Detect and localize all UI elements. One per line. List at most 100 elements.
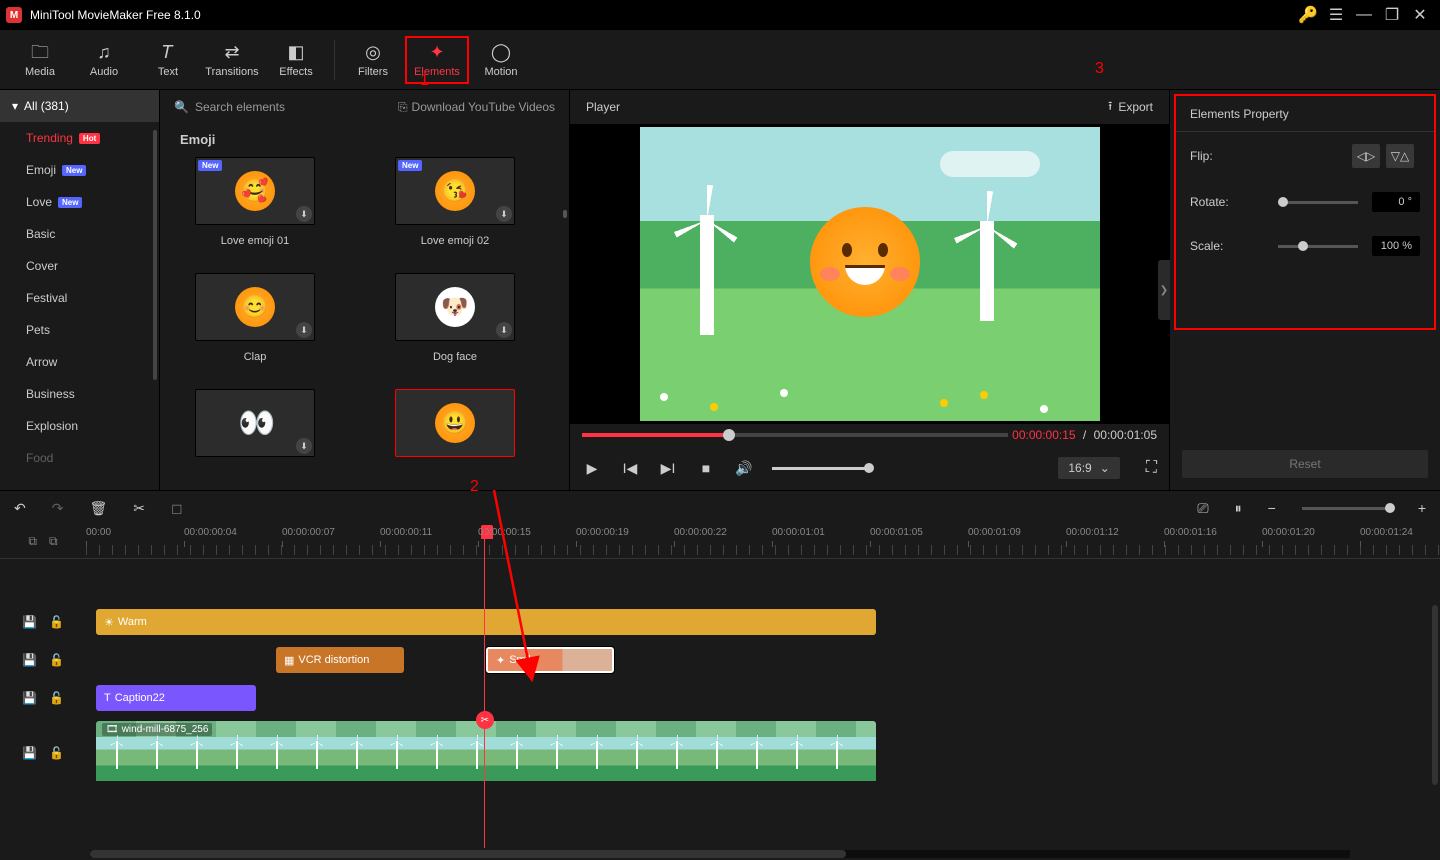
prev-frame-button[interactable]: I◀ [620,460,640,477]
batch-icon[interactable]: ⧉ [28,534,37,549]
playhead[interactable]: ✂ [484,525,485,848]
aspect-select[interactable]: 16:9⌄ [1058,457,1119,479]
download-icon[interactable]: ⬇ [296,206,312,222]
scale-slider[interactable] [1278,245,1358,248]
category-arrow[interactable]: Arrow [0,346,159,378]
clip-warm[interactable]: ☀Warm [96,609,876,635]
rotate-slider[interactable] [1278,201,1358,204]
batch2-icon[interactable]: ⧉ [49,534,58,549]
stop-button[interactable]: ■ [696,460,716,476]
fit-button[interactable]: ⎚ [1197,500,1208,517]
category-explosion[interactable]: Explosion [0,410,159,442]
tab-motion[interactable]: ◯Motion [469,36,533,84]
download-icon[interactable]: ⬇ [296,322,312,338]
element-tile[interactable]: New🥰⬇ Love emoji 01 [180,157,330,251]
ruler-tick: 00:00:01:09 [968,527,1021,538]
play-button[interactable]: ▶ [582,460,602,477]
lock-icon[interactable]: 🔓 [49,615,64,629]
search-elements[interactable]: 🔍Search elements [174,100,398,114]
ruler-tick: 00:00:00:19 [576,527,629,538]
timeline-vscrollbar[interactable] [1432,605,1438,785]
reset-button[interactable]: Reset [1182,450,1428,478]
next-frame-button[interactable]: ▶I [658,460,678,477]
timeline: ↶ ↷ 🗑 ✂ ◻ ⎚ ⏸ − + ⧉ ⧉ 00:0000:00:00:0400:… [0,490,1440,860]
clip-caption[interactable]: TCaption22 [96,685,256,711]
clip-vcr[interactable]: ▦VCR distortion [276,647,404,673]
element-tile-selected[interactable]: 😃 [380,389,530,471]
save-icon[interactable]: 💾 [22,746,37,760]
element-tile[interactable]: 😊⬇ Clap [180,273,330,367]
lock-icon[interactable]: 🔓 [49,691,64,705]
menu-icon[interactable]: ☰ [1322,1,1350,29]
tab-effects[interactable]: ◧Effects [264,36,328,84]
volume-icon[interactable]: 🔊 [734,460,754,477]
download-icon[interactable]: ⬇ [496,322,512,338]
license-key-icon[interactable]: 🔑 [1294,1,1322,29]
emoji-element[interactable] [810,207,920,317]
fullscreen-button[interactable]: ⛶ [1146,459,1157,477]
clip-smile[interactable]: ✦Smile [486,647,614,673]
save-icon[interactable]: 💾 [22,615,37,629]
category-festival[interactable]: Festival [0,282,159,314]
snap-button[interactable]: ⏸ [1235,500,1242,517]
ruler-tick: 00:00:00:22 [674,527,727,538]
redo-button[interactable]: ↷ [52,500,64,517]
category-trending[interactable]: TrendingHot [0,122,159,154]
category-food[interactable]: Food [0,442,159,474]
close-icon[interactable]: ✕ [1406,1,1434,29]
rotate-value[interactable]: 0 ° [1372,192,1420,212]
category-pets[interactable]: Pets [0,314,159,346]
tab-transitions[interactable]: ⇄Transitions [200,36,264,84]
panel-collapse[interactable]: ❯ [1158,260,1170,320]
tab-text[interactable]: 𝑇Text [136,36,200,84]
tab-elements[interactable]: ✦Elements [405,36,469,84]
motion-icon: ◯ [491,42,511,62]
category-all[interactable]: ▾All (381) [0,90,159,122]
seek-bar[interactable] [582,433,1008,437]
category-business[interactable]: Business [0,378,159,410]
category-love[interactable]: LoveNew [0,186,159,218]
effects-icon: ◧ [287,42,304,62]
download-icon[interactable]: ⬇ [296,438,312,454]
flip-vertical-button[interactable]: ▽△ [1386,144,1414,168]
download-youtube[interactable]: ⎘Download YouTube Videos [398,100,555,115]
ruler-tick: 00:00:01:24 [1360,527,1413,538]
save-icon[interactable]: 💾 [22,691,37,705]
annotation-1: 1 [420,72,429,90]
crop-button[interactable]: ◻ [171,500,183,517]
clip-video[interactable]: 🎞wind-mill-6875_256 [96,721,876,781]
zoom-out-button[interactable]: − [1268,500,1276,516]
maximize-icon[interactable]: ❐ [1378,1,1406,29]
tab-media[interactable]: 🗀Media [8,36,72,84]
undo-button[interactable]: ↶ [14,500,26,517]
category-scrollbar[interactable] [153,130,157,380]
volume-slider[interactable] [772,467,872,470]
chevron-down-icon: ▾ [12,99,18,113]
app-title: MiniTool MovieMaker Free 8.1.0 [30,8,1294,22]
category-basic[interactable]: Basic [0,218,159,250]
tab-audio[interactable]: ♫Audio [72,36,136,84]
export-button[interactable]: ⭱Export [1108,97,1153,118]
elements-scrollbar[interactable] [563,210,567,218]
delete-button[interactable]: 🗑 [89,500,107,517]
category-cover[interactable]: Cover [0,250,159,282]
split-button[interactable]: ✂ [133,500,145,517]
minimize-icon[interactable]: — [1350,1,1378,29]
player-preview[interactable] [570,124,1169,424]
element-tile[interactable]: New😘⬇ Love emoji 02 [380,157,530,251]
category-emoji[interactable]: EmojiNew [0,154,159,186]
lock-icon[interactable]: 🔓 [49,653,64,667]
lock-icon[interactable]: 🔓 [49,746,64,760]
zoom-slider[interactable] [1302,507,1392,510]
download-icon[interactable]: ⬇ [496,206,512,222]
cut-icon[interactable]: ✂ [476,711,494,729]
element-tile[interactable]: 👀⬇ [180,389,330,471]
zoom-in-button[interactable]: + [1418,500,1426,516]
element-tile[interactable]: 🐶⬇ Dog face [380,273,530,367]
save-icon[interactable]: 💾 [22,653,37,667]
timeline-scrollbar[interactable] [90,850,1350,858]
flip-horizontal-button[interactable]: ◁▷ [1352,144,1380,168]
time-ruler[interactable]: 00:0000:00:00:0400:00:00:0700:00:00:1100… [86,525,1440,558]
tab-filters[interactable]: ◎Filters [341,36,405,84]
scale-value[interactable]: 100 % [1372,236,1420,256]
